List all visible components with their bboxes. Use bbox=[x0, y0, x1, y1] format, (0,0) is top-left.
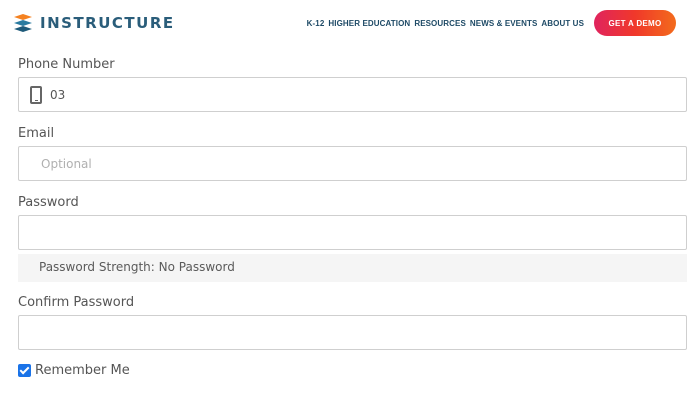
password-strength-indicator: Password Strength: No Password bbox=[18, 254, 687, 282]
nav-item-news-events[interactable]: NEWS & EVENTS bbox=[470, 19, 538, 28]
email-field-container bbox=[18, 146, 687, 181]
password-input[interactable] bbox=[19, 216, 686, 249]
get-a-demo-button[interactable]: GET A DEMO bbox=[594, 10, 676, 36]
logo-text: INSTRUCTURE bbox=[40, 14, 175, 32]
remember-me-row: Remember Me bbox=[18, 363, 130, 378]
confirm-password-field-container bbox=[18, 315, 687, 350]
nav-item-about-us[interactable]: ABOUT US bbox=[541, 19, 584, 28]
email-input[interactable] bbox=[19, 147, 686, 180]
main-nav: K-12 HIGHER EDUCATION RESOURCES NEWS & E… bbox=[307, 19, 584, 28]
remember-me-checkbox[interactable] bbox=[18, 364, 31, 377]
phone-number-field-container bbox=[18, 77, 687, 112]
nav-item-resources[interactable]: RESOURCES bbox=[414, 19, 466, 28]
site-header: INSTRUCTURE K-12 HIGHER EDUCATION RESOUR… bbox=[0, 0, 700, 46]
email-label: Email bbox=[18, 126, 55, 141]
password-field-container bbox=[18, 215, 687, 250]
confirm-password-label: Confirm Password bbox=[18, 295, 135, 310]
confirm-password-input[interactable] bbox=[19, 316, 686, 349]
nav-item-higher-education[interactable]: HIGHER EDUCATION bbox=[328, 19, 410, 28]
instructure-logo[interactable]: INSTRUCTURE bbox=[14, 14, 175, 32]
phone-number-input[interactable] bbox=[19, 78, 686, 111]
remember-me-label[interactable]: Remember Me bbox=[35, 363, 130, 378]
instructure-logo-icon bbox=[14, 14, 32, 32]
mobile-phone-icon bbox=[30, 86, 42, 104]
password-label: Password bbox=[18, 195, 79, 210]
nav-item-k12[interactable]: K-12 bbox=[307, 19, 325, 28]
phone-number-label: Phone Number bbox=[18, 57, 115, 72]
